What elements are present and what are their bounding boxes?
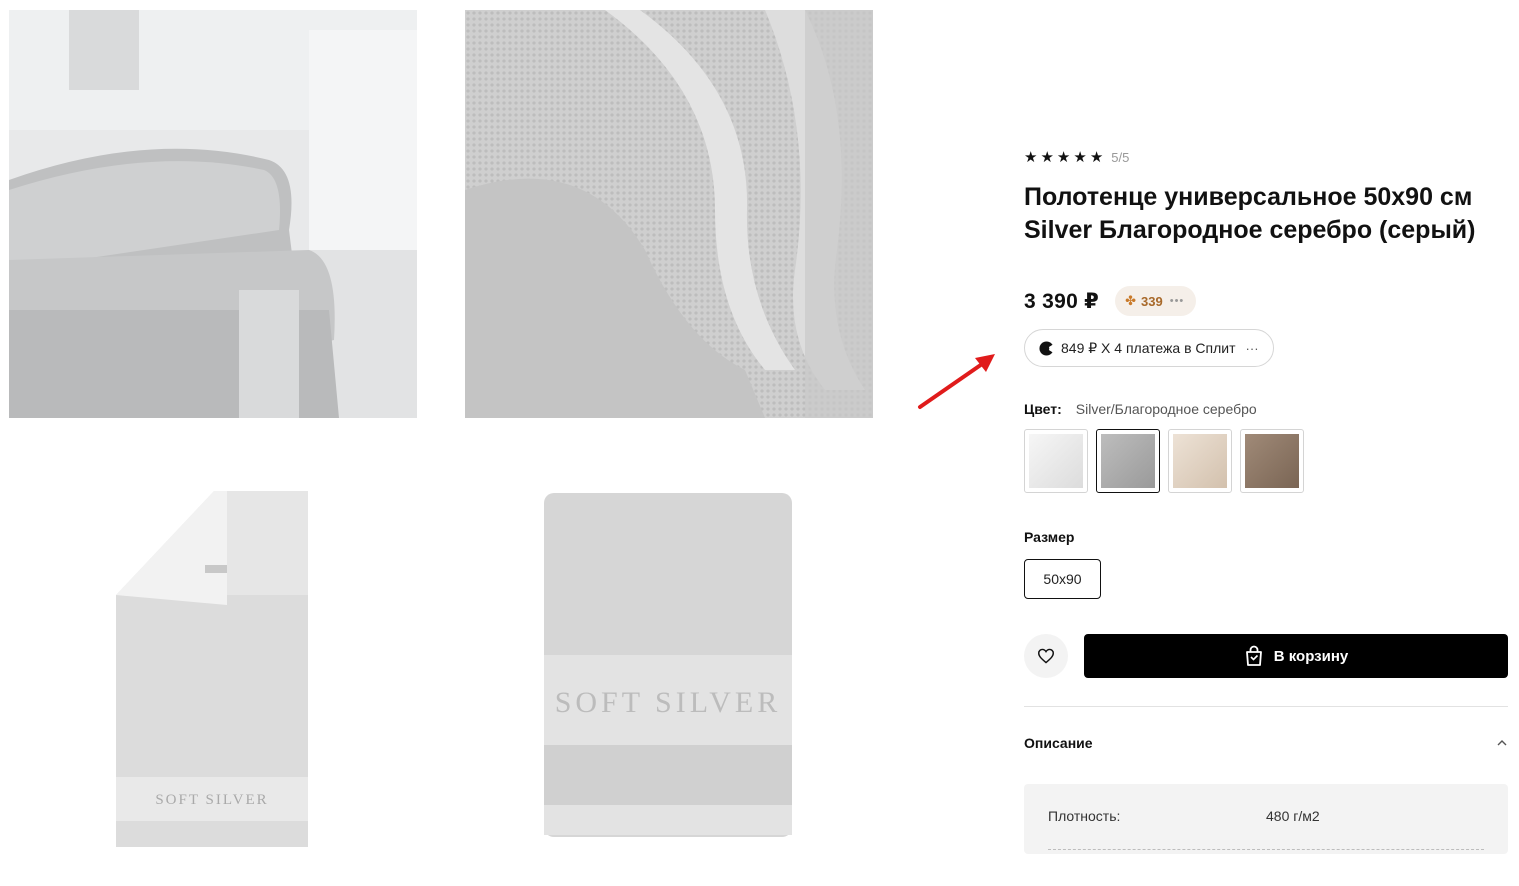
spec-value: 480 г/м2 bbox=[1266, 808, 1320, 824]
add-to-cart-button[interactable]: В корзину bbox=[1084, 634, 1508, 678]
spec-key: Плотность: bbox=[1048, 808, 1121, 824]
star-icon: ★ bbox=[1056, 148, 1071, 166]
color-swatch-cream[interactable] bbox=[1168, 429, 1232, 493]
product-photo-4[interactable]: SOFT SILVER bbox=[465, 455, 873, 863]
bonus-icon: ✤ bbox=[1125, 293, 1137, 308]
favorite-button[interactable] bbox=[1024, 634, 1068, 678]
product-info-panel: ★ ★ ★ ★ ★ 5/5 Полотенце универсальное 50… bbox=[1024, 145, 1508, 854]
color-row: Цвет: Silver/Благородное серебро bbox=[1024, 401, 1508, 417]
more-icon: ··· bbox=[1245, 340, 1259, 356]
color-label: Цвет: bbox=[1024, 401, 1062, 417]
star-icon: ★ bbox=[1073, 148, 1087, 166]
product-photo-3[interactable]: SOFT SILVER bbox=[9, 455, 417, 863]
description-title: Описание bbox=[1024, 735, 1093, 751]
size-label: Размер bbox=[1024, 529, 1075, 545]
spec-divider bbox=[1048, 849, 1484, 850]
divider bbox=[1024, 706, 1508, 707]
buy-row: В корзину bbox=[1024, 634, 1508, 678]
towel-logo-text: SOFT SILVER bbox=[155, 792, 268, 808]
split-payment-button[interactable]: 849 ₽ X 4 платежа в Сплит ··· bbox=[1024, 329, 1274, 367]
product-photo-1[interactable] bbox=[9, 10, 417, 418]
add-to-cart-label: В корзину bbox=[1273, 647, 1349, 665]
color-value: Silver/Благородное серебро bbox=[1075, 401, 1257, 417]
shopping-bag-icon bbox=[1245, 645, 1262, 666]
split-icon bbox=[1039, 340, 1054, 356]
color-swatch-white[interactable] bbox=[1024, 429, 1088, 493]
star-icon: ★ bbox=[1040, 148, 1054, 166]
color-swatch-silver[interactable] bbox=[1096, 429, 1160, 493]
spec-row: Плотность: 480 г/м2 bbox=[1048, 808, 1484, 824]
color-swatches bbox=[1024, 429, 1508, 493]
rating-value: 5/5 bbox=[1111, 149, 1130, 165]
red-arrow-annotation bbox=[918, 354, 995, 409]
bonus-more-icon: ••• bbox=[1169, 295, 1185, 307]
specs-table: Плотность: 480 г/м2 bbox=[1024, 784, 1508, 854]
color-swatch-brown[interactable] bbox=[1240, 429, 1304, 493]
bonus-badge[interactable]: ✤ 339 ••• bbox=[1115, 286, 1197, 316]
price: 3 390 ₽ bbox=[1024, 289, 1100, 313]
chevron-up-icon bbox=[1497, 740, 1507, 746]
split-text: 849 ₽ X 4 платежа в Сплит bbox=[1061, 339, 1236, 356]
size-option[interactable]: 50х90 bbox=[1024, 559, 1101, 599]
towel-logo-text-large: SOFT SILVER bbox=[555, 686, 782, 719]
star-icon: ★ bbox=[1089, 148, 1104, 166]
star-icon: ★ bbox=[1024, 148, 1038, 166]
heart-icon bbox=[1037, 648, 1055, 664]
rating: ★ ★ ★ ★ ★ 5/5 bbox=[1024, 145, 1508, 169]
description-toggle[interactable]: Описание bbox=[1024, 735, 1508, 751]
product-title: Полотенце универсальное 50х90 см Silver … bbox=[1024, 183, 1476, 244]
price-row: 3 390 ₽ ✤ 339 ••• bbox=[1024, 285, 1508, 317]
product-photo-2[interactable] bbox=[465, 10, 873, 418]
bonus-value: 339 bbox=[1141, 293, 1163, 309]
